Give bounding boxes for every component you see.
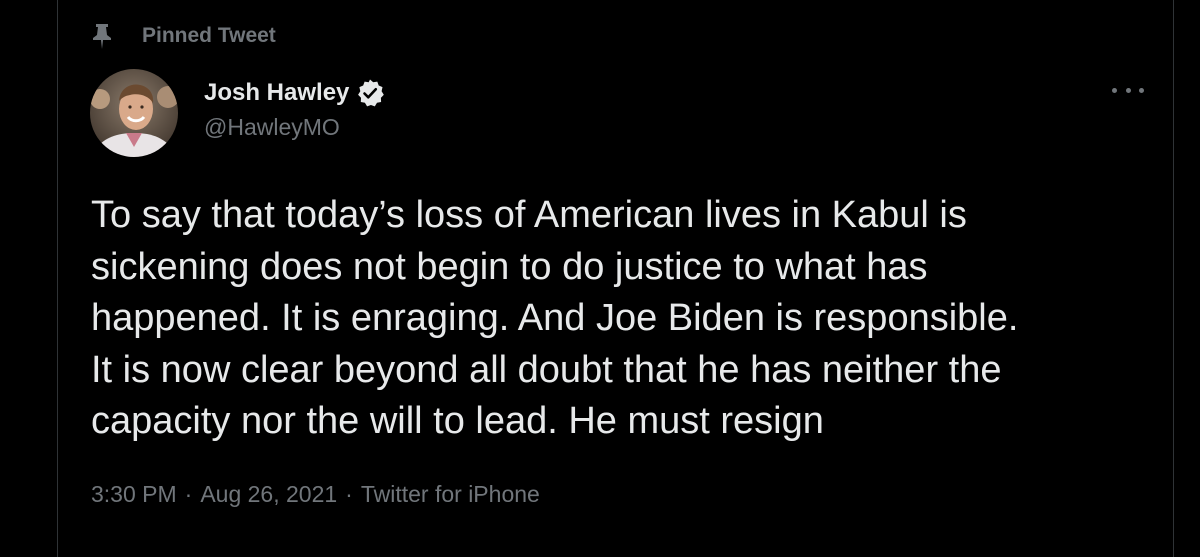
tweet-time[interactable]: 3:30 PM <box>91 481 177 508</box>
pin-icon <box>92 22 112 50</box>
more-dot <box>1139 87 1144 93</box>
more-dot <box>1112 87 1117 93</box>
more-options-icon[interactable] <box>1112 80 1144 100</box>
pinned-indicator: Pinned Tweet <box>92 22 276 50</box>
author-info: Josh Hawley @HawleyMO <box>204 78 385 141</box>
meta-separator: · <box>345 481 353 507</box>
meta-separator: · <box>184 481 193 507</box>
author-handle[interactable]: @HawleyMO <box>204 114 385 141</box>
tweet-source[interactable]: Twitter for iPhone <box>361 481 540 508</box>
tweet-text: To say that today’s loss of American liv… <box>91 194 1019 442</box>
timeline-left-border <box>57 0 58 557</box>
author-display-name[interactable]: Josh Hawley <box>204 79 349 107</box>
timeline-right-border <box>1173 0 1174 557</box>
tweet-metadata: 3:30 PM · Aug 26, 2021 · Twitter for iPh… <box>91 481 540 508</box>
avatar[interactable] <box>90 69 178 157</box>
more-dot <box>1125 87 1131 93</box>
pinned-label: Pinned Tweet <box>142 24 276 47</box>
verified-badge-icon <box>355 78 385 108</box>
tweet-date[interactable]: Aug 26, 2021 <box>200 481 337 508</box>
author-name-row: Josh Hawley <box>204 78 385 108</box>
